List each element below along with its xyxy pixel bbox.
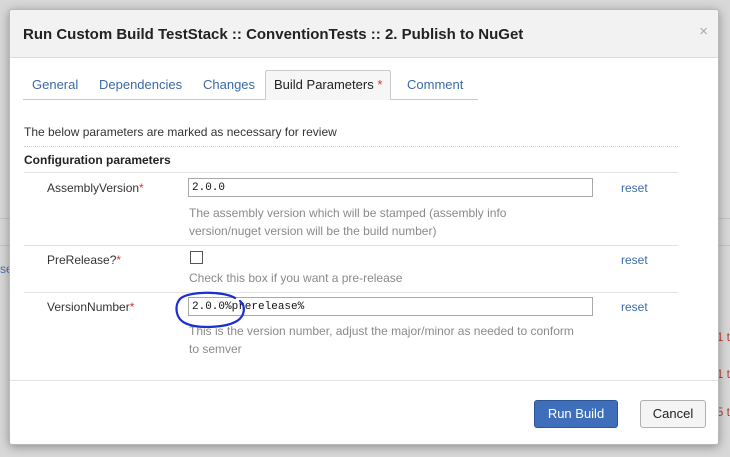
tab-label: Changes — [203, 77, 256, 92]
assembly-version-input[interactable] — [188, 178, 593, 197]
param-name: VersionNumber — [47, 300, 130, 314]
description-line: This is the version number, adjust the m… — [189, 324, 574, 338]
param-name: PreRelease? — [47, 253, 117, 267]
description-line: The assembly version which will be stamp… — [189, 206, 507, 220]
section-title: Configuration parameters — [24, 153, 171, 167]
run-build-button[interactable]: Run Build — [534, 400, 618, 428]
tab-comment[interactable]: Comment — [399, 71, 471, 98]
tab-changes[interactable]: Changes — [195, 71, 263, 98]
footer-divider — [10, 380, 718, 381]
param-description: The assembly version which will be stamp… — [189, 204, 609, 240]
tab-general[interactable]: General — [24, 71, 86, 98]
divider — [24, 172, 678, 173]
reset-version-number-link[interactable]: reset — [621, 300, 648, 314]
required-marker: * — [129, 300, 135, 314]
tab-bar: General Dependencies Changes Build Param… — [23, 70, 478, 100]
dialog-header: Run Custom Build TestStack :: Convention… — [10, 10, 718, 58]
description-line: version/nuget version will be the build … — [189, 224, 437, 238]
tab-label: Build Parameters — [274, 77, 374, 92]
prerelease-checkbox[interactable] — [190, 251, 203, 264]
close-icon[interactable]: × — [699, 24, 708, 39]
divider — [24, 292, 678, 293]
param-description: This is the version number, adjust the m… — [189, 322, 609, 358]
param-name: AssemblyVersion — [47, 181, 140, 195]
tab-label: Comment — [407, 77, 464, 92]
param-label-assembly-version: AssemblyVersion* — [47, 181, 144, 195]
version-number-input[interactable] — [188, 297, 593, 316]
param-description: Check this box if you want a pre-release — [189, 269, 609, 287]
cancel-button[interactable]: Cancel — [640, 400, 706, 428]
reset-prerelease-link[interactable]: reset — [621, 253, 648, 267]
run-custom-build-dialog: Run Custom Build TestStack :: Convention… — [9, 9, 719, 445]
divider — [24, 245, 678, 246]
tab-label: Dependencies — [99, 77, 183, 92]
required-marker: * — [377, 77, 383, 92]
tab-dependencies[interactable]: Dependencies — [91, 71, 190, 98]
param-label-prerelease: PreRelease?* — [47, 253, 121, 267]
param-label-version-number: VersionNumber* — [47, 300, 134, 314]
description-line: Check this box if you want a pre-release — [189, 271, 403, 285]
tab-label: General — [32, 77, 79, 92]
tab-build-parameters[interactable]: Build Parameters * — [265, 70, 392, 100]
dialog-title: Run Custom Build TestStack :: Convention… — [23, 26, 524, 43]
required-marker: * — [116, 253, 122, 267]
review-notice: The below parameters are marked as neces… — [24, 125, 337, 139]
divider — [24, 146, 678, 147]
required-marker: * — [139, 181, 144, 195]
reset-assembly-version-link[interactable]: reset — [621, 181, 648, 195]
description-line: to semver — [189, 342, 242, 356]
